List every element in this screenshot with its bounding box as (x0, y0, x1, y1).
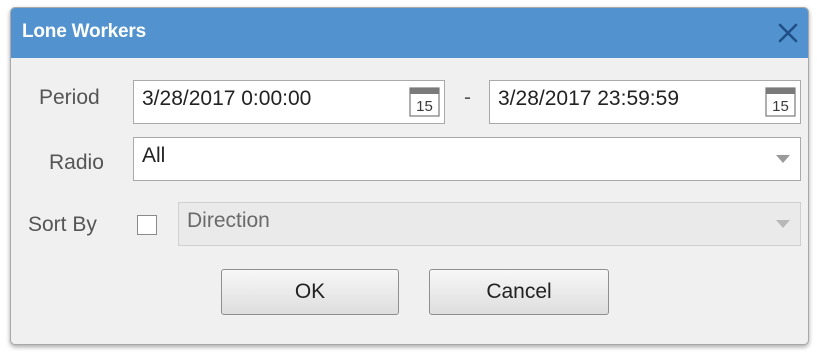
period-separator: - (464, 86, 471, 109)
close-button[interactable] (774, 19, 802, 47)
period-start-value: 3/28/2017 0:00:00 (142, 87, 312, 110)
radio-label: Radio (49, 151, 104, 174)
sort-by-label: Sort By (28, 213, 97, 236)
sort-by-checkbox[interactable] (137, 215, 157, 235)
lone-workers-dialog: Lone Workers Period 3/28/2017 0:00:00 15… (10, 7, 809, 345)
svg-text:15: 15 (772, 98, 789, 115)
radio-select-value: All (142, 144, 166, 167)
calendar-icon[interactable]: 15 (765, 86, 796, 117)
ok-button[interactable]: OK (221, 269, 399, 315)
chevron-down-icon[interactable] (776, 155, 790, 163)
sort-by-select[interactable]: Direction (178, 202, 801, 246)
cancel-button[interactable]: Cancel (429, 269, 609, 315)
period-label: Period (39, 86, 100, 109)
radio-select[interactable]: All (133, 137, 801, 181)
title-bar: Lone Workers (11, 8, 808, 58)
calendar-icon[interactable]: 15 (409, 86, 440, 117)
dialog-title: Lone Workers (22, 21, 146, 42)
sort-by-select-value: Direction (187, 209, 270, 232)
period-end-value: 3/28/2017 23:59:59 (498, 87, 680, 110)
close-icon (778, 23, 798, 43)
chevron-down-icon[interactable] (776, 220, 790, 228)
period-start-field[interactable]: 3/28/2017 0:00:00 15 (133, 80, 445, 124)
period-end-field[interactable]: 3/28/2017 23:59:59 15 (489, 80, 801, 124)
svg-text:15: 15 (416, 98, 433, 115)
